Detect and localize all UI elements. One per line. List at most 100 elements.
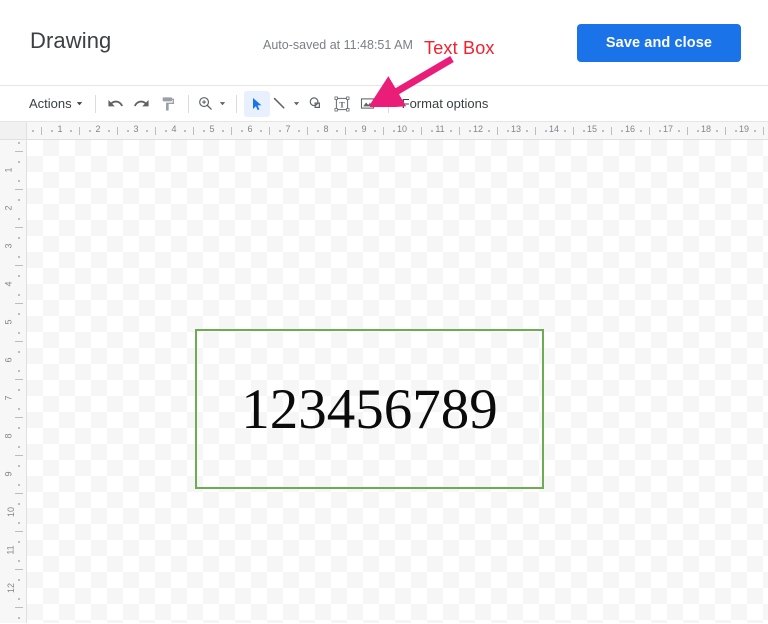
ruler-v-tick bbox=[15, 265, 23, 266]
undo-button[interactable] bbox=[103, 91, 129, 117]
ruler-v-tick bbox=[18, 141, 20, 144]
ruler-v-tick bbox=[15, 607, 23, 608]
ruler-h-tick bbox=[487, 130, 490, 132]
ruler-v-label: 10 bbox=[6, 506, 17, 518]
text-box-shape[interactable]: 123456789 bbox=[195, 329, 544, 489]
ruler-h-tick bbox=[50, 130, 53, 132]
ruler-h-tick bbox=[392, 130, 395, 132]
ruler-h-tick bbox=[611, 127, 612, 135]
ruler-h-tick bbox=[649, 127, 650, 135]
ruler-h-tick bbox=[297, 130, 300, 132]
ruler-h-tick bbox=[145, 130, 148, 132]
text-box-tool-button[interactable]: T bbox=[329, 91, 355, 117]
ruler-h-label: 12 bbox=[472, 124, 484, 134]
ruler-h-tick bbox=[345, 127, 346, 135]
line-dropdown-caret[interactable] bbox=[290, 91, 303, 117]
ruler-h-tick bbox=[639, 130, 642, 132]
ruler-v-tick bbox=[18, 217, 20, 220]
ruler-v-label: 8 bbox=[3, 433, 14, 439]
ruler-h-label: 6 bbox=[247, 124, 253, 134]
text-box-icon: T bbox=[334, 96, 350, 111]
line-icon bbox=[273, 97, 285, 109]
ruler-v-tick bbox=[15, 303, 23, 304]
undo-icon bbox=[108, 99, 124, 107]
image-icon bbox=[361, 98, 375, 109]
ruler-v-tick bbox=[18, 369, 20, 372]
ruler-h-label: 18 bbox=[700, 124, 712, 134]
ruler-h-tick bbox=[563, 130, 566, 132]
save-and-close-button[interactable]: Save and close bbox=[577, 24, 741, 62]
drawing-toolbar: Actions T Format options bbox=[0, 86, 768, 122]
ruler-h-tick bbox=[497, 127, 498, 135]
chevron-down-icon bbox=[219, 102, 225, 106]
ruler-v-tick bbox=[18, 445, 20, 448]
ruler-h-tick bbox=[307, 127, 308, 135]
ruler-h-label: 11 bbox=[435, 124, 445, 134]
redo-button[interactable] bbox=[129, 91, 155, 117]
actions-menu-label: Actions bbox=[29, 96, 72, 111]
shape-tool-button[interactable] bbox=[303, 91, 329, 117]
ruler-v-label: 7 bbox=[3, 395, 14, 401]
zoom-button[interactable] bbox=[196, 91, 216, 117]
ruler-v-tick bbox=[18, 179, 20, 182]
ruler-h-tick bbox=[41, 127, 42, 135]
zoom-in-icon bbox=[199, 97, 212, 110]
ruler-v-tick bbox=[18, 198, 20, 201]
ruler-v-label: 5 bbox=[3, 319, 14, 325]
actions-menu-button[interactable]: Actions bbox=[27, 91, 88, 117]
ruler-h-tick bbox=[459, 127, 460, 135]
ruler-v-tick bbox=[18, 255, 20, 258]
ruler-v-tick bbox=[18, 160, 20, 163]
ruler-h-label: 2 bbox=[95, 124, 101, 134]
ruler-h-tick bbox=[687, 127, 688, 135]
ruler-v-tick bbox=[18, 236, 20, 239]
drawing-canvas[interactable]: 123456789 bbox=[27, 140, 768, 623]
toolbar-divider bbox=[387, 94, 389, 113]
ruler-v-tick bbox=[18, 559, 20, 562]
ruler-v-tick bbox=[15, 189, 23, 190]
horizontal-ruler[interactable]: 1 2 3 4 5 6 7 8 9 10 11 12 13 14 15 16 17 18 19 bbox=[27, 122, 768, 140]
ruler-v-tick bbox=[18, 540, 20, 543]
ruler-v-label: 2 bbox=[3, 205, 14, 211]
ruler-v-tick bbox=[18, 616, 20, 619]
image-tool-button[interactable] bbox=[355, 91, 381, 117]
select-tool-button[interactable] bbox=[243, 90, 270, 117]
paint-format-button[interactable] bbox=[155, 91, 181, 117]
ruler-v-tick bbox=[15, 417, 23, 418]
ruler-h-label: 15 bbox=[586, 124, 598, 134]
ruler-v-tick bbox=[15, 379, 23, 380]
zoom-dropdown-caret[interactable] bbox=[216, 91, 229, 117]
ruler-h-tick bbox=[117, 127, 118, 135]
ruler-h-label: 17 bbox=[662, 124, 674, 134]
ruler-h-tick bbox=[240, 130, 243, 132]
ruler-h-tick bbox=[734, 130, 737, 132]
ruler-v-tick bbox=[18, 407, 20, 410]
ruler-v-tick bbox=[15, 151, 23, 152]
ruler-v-tick bbox=[15, 493, 23, 494]
ruler-h-tick bbox=[535, 127, 536, 135]
text-box-content: 123456789 bbox=[241, 377, 498, 441]
ruler-h-label: 3 bbox=[133, 124, 139, 134]
ruler-v-tick bbox=[15, 569, 23, 570]
ruler-h-tick bbox=[79, 127, 80, 135]
ruler-h-tick bbox=[126, 130, 129, 132]
ruler-h-tick bbox=[525, 130, 528, 132]
ruler-h-tick bbox=[259, 130, 262, 132]
line-tool-button[interactable] bbox=[270, 91, 290, 117]
page-title: Drawing bbox=[30, 28, 112, 53]
ruler-h-tick bbox=[658, 130, 661, 132]
ruler-h-tick bbox=[421, 127, 422, 135]
ruler-h-label: 14 bbox=[548, 124, 560, 134]
ruler-v-tick bbox=[18, 312, 20, 315]
ruler-h-tick bbox=[383, 127, 384, 135]
chevron-down-icon bbox=[293, 102, 299, 106]
ruler-v-tick bbox=[18, 521, 20, 524]
ruler-v-label: 12 bbox=[6, 582, 17, 594]
ruler-h-tick bbox=[202, 130, 205, 132]
ruler-v-label: 9 bbox=[3, 471, 14, 477]
format-options-button[interactable]: Format options bbox=[396, 91, 495, 117]
ruler-h-tick bbox=[620, 130, 623, 132]
ruler-h-tick bbox=[696, 130, 699, 132]
toolbar-divider bbox=[94, 94, 96, 113]
vertical-ruler[interactable]: 1 2 3 4 5 6 7 8 9 10 11 12 bbox=[0, 140, 27, 623]
